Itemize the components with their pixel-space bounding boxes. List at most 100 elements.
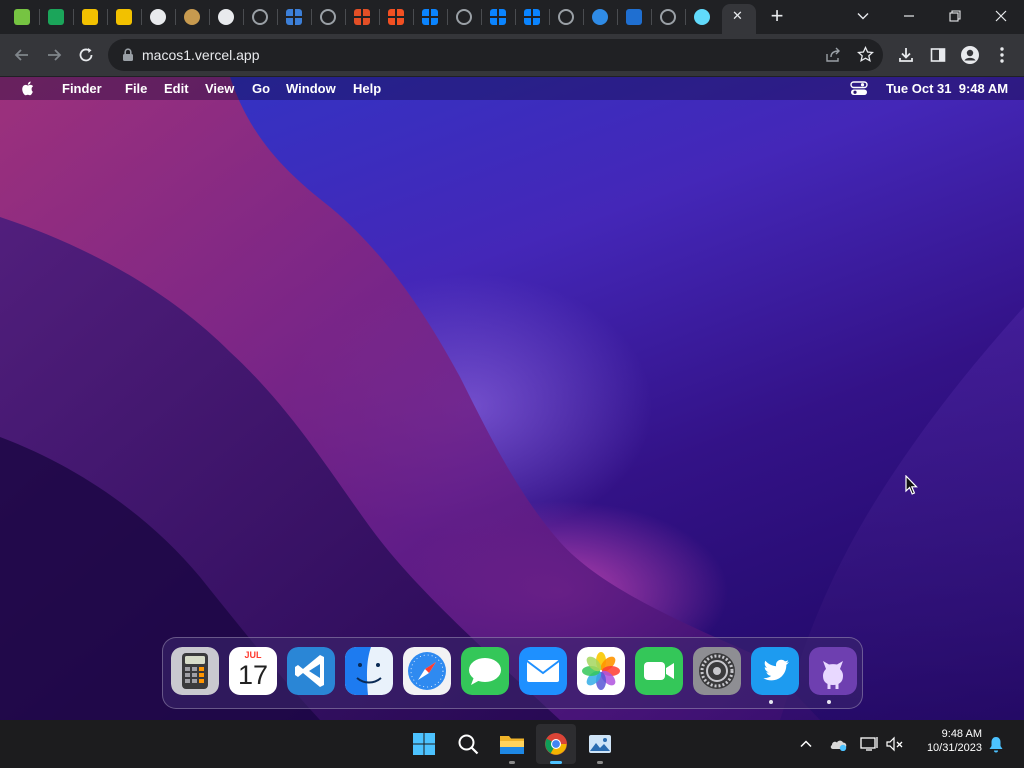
dock-github[interactable] — [809, 647, 857, 695]
browser-tab[interactable] — [686, 4, 718, 30]
apple-logo-icon[interactable] — [21, 81, 34, 96]
dark-app-icon — [626, 9, 642, 25]
github-icon — [218, 9, 234, 25]
menu-help[interactable]: Help — [353, 81, 381, 96]
browser-tab[interactable] — [584, 4, 616, 30]
browser-tab[interactable] — [312, 4, 344, 30]
browser-tab[interactable] — [210, 4, 242, 30]
windows-xp-icon — [286, 9, 302, 25]
browser-tab[interactable] — [6, 4, 38, 30]
address-bar[interactable]: macos1.vercel.app — [108, 39, 883, 71]
yellow-site-icon — [82, 9, 98, 25]
bookmark-star-icon[interactable] — [857, 46, 874, 63]
side-panel-button[interactable] — [924, 41, 952, 69]
windows-logo-icon — [354, 9, 370, 25]
reload-icon — [79, 48, 93, 62]
close-window-button[interactable] — [978, 0, 1024, 32]
browser-tab[interactable] — [108, 4, 140, 30]
browser-tab[interactable] — [142, 4, 174, 30]
browser-tab[interactable] — [40, 4, 72, 30]
dock-vscode[interactable] — [287, 647, 335, 695]
back-button[interactable] — [8, 41, 36, 69]
dock-calculator[interactable] — [171, 647, 219, 695]
globe-icon — [456, 9, 472, 25]
close-icon — [995, 10, 1007, 22]
menu-go[interactable]: Go — [252, 81, 270, 96]
onedrive-icon[interactable] — [829, 737, 849, 751]
running-indicator — [509, 761, 515, 764]
taskbar-start-button[interactable] — [404, 724, 444, 764]
taskbar-search-button[interactable] — [448, 724, 488, 764]
menu-edit[interactable]: Edit — [164, 81, 189, 96]
menu-view[interactable]: View — [205, 81, 234, 96]
dock-photos[interactable] — [577, 647, 625, 695]
reload-button[interactable] — [72, 41, 100, 69]
vscode-icon — [287, 647, 335, 695]
url-text[interactable]: macos1.vercel.app — [142, 47, 260, 63]
forward-arrow-icon — [48, 49, 62, 61]
taskbar-chrome[interactable] — [536, 724, 576, 764]
dock-finder[interactable] — [345, 647, 393, 695]
network-icon[interactable] — [860, 736, 878, 752]
browser-tab[interactable] — [74, 4, 106, 30]
browser-tab[interactable] — [550, 4, 582, 30]
tab-search-button[interactable] — [840, 0, 886, 32]
browser-tab[interactable] — [346, 4, 378, 30]
lock-icon — [123, 48, 133, 61]
browser-menu-button[interactable] — [988, 41, 1016, 69]
running-indicator — [597, 761, 603, 764]
taskbar-photos[interactable] — [580, 724, 620, 764]
dock-system-settings[interactable] — [693, 647, 741, 695]
dock-safari[interactable] — [403, 647, 451, 695]
close-tab-icon[interactable]: ✕ — [732, 8, 743, 24]
notification-bell-icon[interactable] — [988, 736, 1004, 753]
dock-twitter[interactable] — [751, 647, 799, 695]
menu-clock[interactable]: Tue Oct 31 9:48 AM — [886, 81, 1008, 96]
windows-taskbar: 9:48 AM 10/31/2023 — [0, 720, 1024, 768]
back-arrow-icon — [14, 49, 28, 61]
menu-file[interactable]: File — [125, 81, 147, 96]
folder-icon — [500, 736, 524, 754]
calendar-day: 17 — [237, 660, 269, 690]
profile-button[interactable] — [956, 41, 984, 69]
menu-window[interactable]: Window — [286, 81, 336, 96]
windows-11-icon — [422, 9, 438, 25]
kebab-menu-icon — [1000, 47, 1004, 63]
control-center-icon[interactable] — [850, 81, 868, 96]
dock-messages[interactable] — [461, 647, 509, 695]
browser-tab[interactable] — [448, 4, 480, 30]
dock-facetime[interactable] — [635, 647, 683, 695]
show-hidden-icons-chevron-icon[interactable] — [800, 739, 812, 749]
macos-desktop: Finder File Edit View Go Window Help Tue… — [0, 77, 1024, 720]
browser-tab[interactable] — [618, 4, 650, 30]
minimize-button[interactable] — [886, 0, 932, 32]
blue-circle-icon — [592, 9, 608, 25]
globe-icon — [320, 9, 336, 25]
mail-icon — [519, 647, 567, 695]
github-icon — [809, 647, 857, 695]
taskbar-clock[interactable]: 9:48 AM 10/31/2023 — [912, 728, 982, 754]
active-tab[interactable]: ✕ — [722, 4, 756, 34]
browser-tab[interactable] — [244, 4, 276, 30]
forward-button[interactable] — [40, 41, 68, 69]
volume-muted-icon[interactable] — [886, 736, 904, 752]
browser-toolbar: macos1.vercel.app — [0, 34, 1024, 76]
browser-tab[interactable] — [278, 4, 310, 30]
dock-calendar[interactable]: JUL 17 — [229, 647, 277, 695]
new-tab-button[interactable]: + — [766, 3, 788, 29]
windows-11-icon — [524, 9, 540, 25]
browser-tab[interactable] — [176, 4, 208, 30]
browser-tab[interactable] — [414, 4, 446, 30]
browser-tab[interactable] — [482, 4, 514, 30]
menu-finder[interactable]: Finder — [62, 81, 102, 96]
restore-button[interactable] — [932, 0, 978, 32]
browser-tab[interactable] — [516, 4, 548, 30]
yellow-site-icon — [116, 9, 132, 25]
taskbar-file-explorer[interactable] — [492, 724, 532, 764]
browser-tab[interactable] — [380, 4, 412, 30]
downloads-button[interactable] — [892, 41, 920, 69]
share-icon[interactable] — [825, 47, 842, 63]
dock-mail[interactable] — [519, 647, 567, 695]
browser-tab[interactable] — [652, 4, 684, 30]
taskbar-date: 10/31/2023 — [926, 742, 982, 754]
